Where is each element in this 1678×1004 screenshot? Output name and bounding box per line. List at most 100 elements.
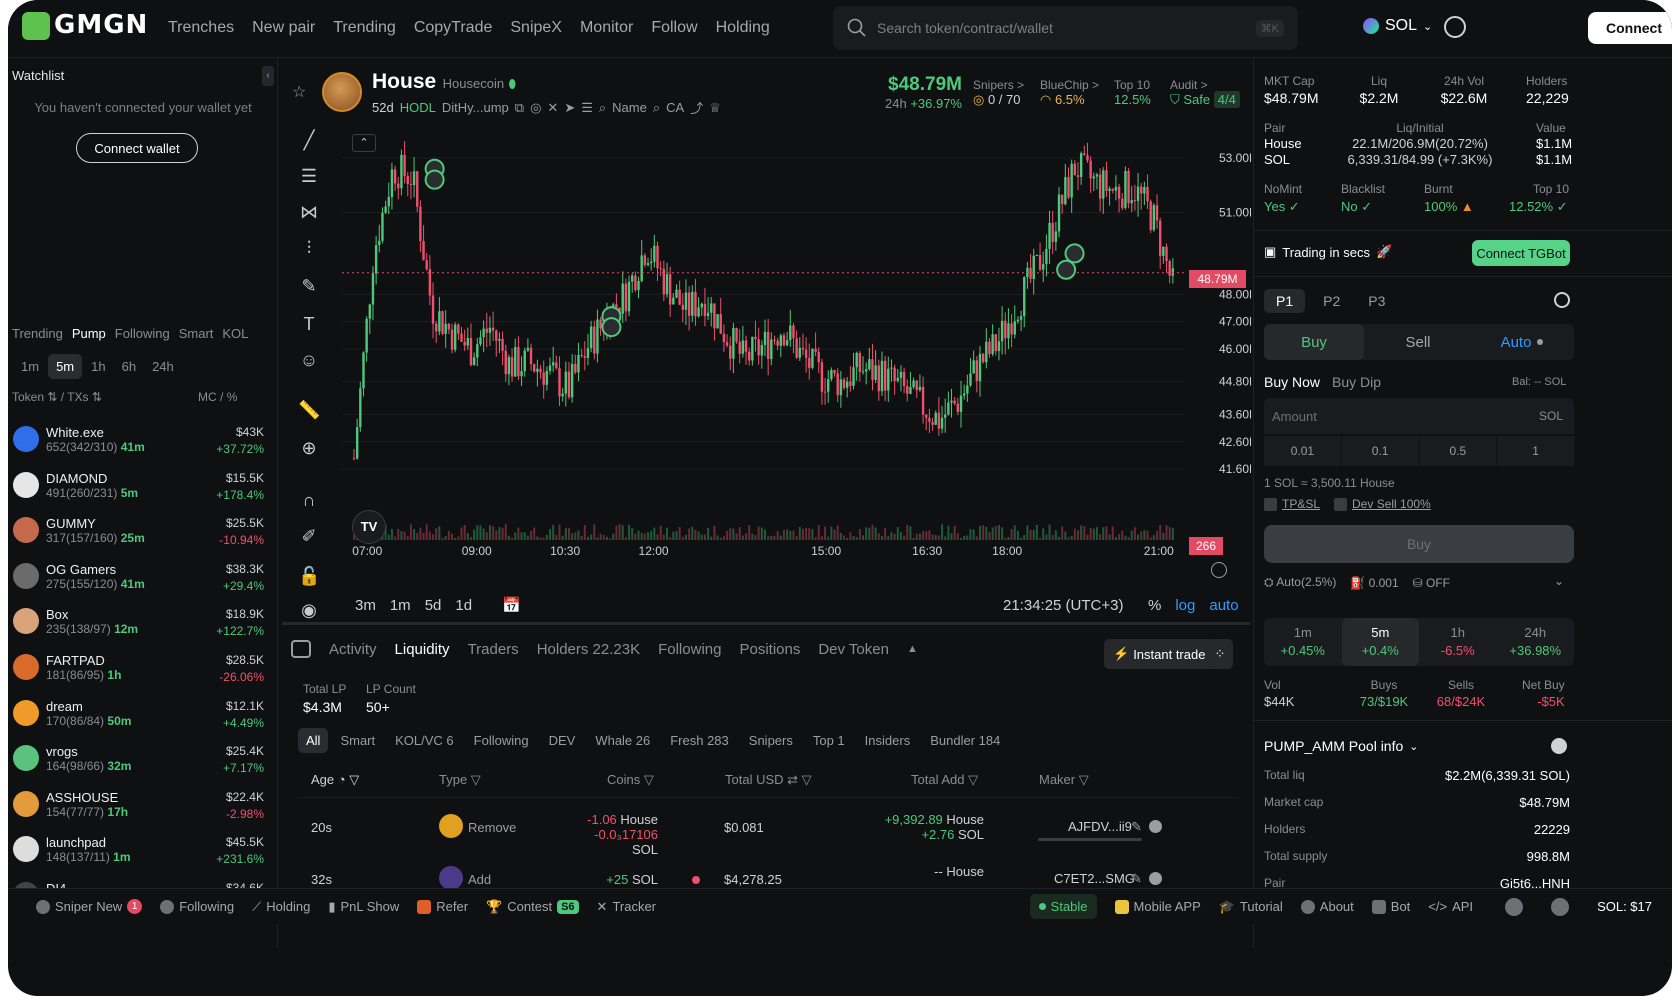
tab-liquidity[interactable]: Liquidity (395, 641, 450, 658)
preset-settings-icon[interactable] (1554, 292, 1570, 308)
pattern-icon[interactable]: ⋈ (298, 202, 320, 224)
tab-activity[interactable]: Activity (329, 641, 377, 658)
time-tab-6h[interactable]: 6h (115, 354, 143, 379)
token-list-item[interactable]: FARTPAD 181(86/95) 1h $28.5K -26.06% (8, 648, 278, 694)
filter-fresh[interactable]: Fresh 283 (662, 728, 737, 753)
trade-marker[interactable] (1056, 259, 1077, 280)
edit-icon[interactable]: ✎ (1131, 871, 1142, 887)
range-5d[interactable]: 5d (425, 597, 442, 614)
table-row[interactable]: 32s Add +25 SOL $4,278.25 -- House C7ET2… (298, 852, 1238, 888)
telegram-icon[interactable]: ➤ (564, 100, 575, 116)
row-maker[interactable]: C7ET2...SMG (1054, 871, 1135, 886)
preset-p2[interactable]: P2 (1313, 289, 1350, 313)
time-tab-1h[interactable]: 1h (84, 354, 112, 379)
col-type[interactable]: Type ▽ (439, 772, 481, 788)
text-tool-icon[interactable]: T (298, 314, 320, 336)
log-toggle[interactable]: log (1175, 597, 1195, 614)
row-maker[interactable]: AJFDV...ii9 (1068, 819, 1132, 834)
list-icon[interactable] (1149, 820, 1162, 833)
globe-icon[interactable]: ◎ (530, 100, 541, 116)
filter-following[interactable]: Following (466, 728, 537, 753)
tab-buy[interactable]: Buy (1264, 324, 1364, 360)
footer-contest[interactable]: 🏆 Contest S6 (486, 899, 579, 915)
tab-holders[interactable]: Holders 22.23K (537, 641, 640, 658)
connect-button[interactable]: Connect (1588, 12, 1672, 44)
tradingview-logo-icon[interactable]: TV (352, 510, 386, 544)
range-3m[interactable]: 3m (355, 597, 376, 614)
share-icon[interactable]: ⤴ (690, 98, 703, 117)
panel-divider[interactable] (282, 622, 1250, 625)
filter-kol[interactable]: KOL/VC 6 (387, 728, 462, 753)
tab-positions[interactable]: Positions (739, 641, 800, 658)
crown-icon[interactable]: ♕ (709, 100, 721, 116)
tab-pump[interactable]: Pump (72, 326, 106, 341)
mc-col-label[interactable]: MC (198, 390, 217, 404)
footer-tracker[interactable]: ✕ Tracker (597, 899, 656, 915)
price-chart[interactable]: 53.00M 51.00M 48.00M 47.00M 46.00M 44.80M 43.6… (334, 128, 1259, 558)
brush-icon[interactable]: ✎ (298, 276, 320, 298)
calendar-icon[interactable]: 📅 (502, 596, 521, 614)
x-icon[interactable]: ✕ (547, 100, 558, 116)
footer-refer[interactable]: Refer (417, 899, 468, 914)
priority-fee-setting[interactable]: ⛽ 0.001 (1350, 576, 1398, 590)
nav-follow[interactable]: Follow (651, 19, 697, 37)
period-24h[interactable]: 24h +36.98% (1497, 618, 1575, 666)
col-usd[interactable]: Total USD ⇄ ▽ (725, 772, 812, 788)
tab-kol[interactable]: KOL (222, 326, 248, 341)
telegram-footer-icon[interactable] (1551, 897, 1570, 916)
period-1m[interactable]: 1m +0.45% (1264, 618, 1342, 666)
token-list-item[interactable]: dream 170(86/84) 50m $12.1K +4.49% (8, 694, 278, 740)
tab-sell[interactable]: Sell (1368, 324, 1468, 360)
mode-buy-dip[interactable]: Buy Dip (1332, 374, 1381, 390)
footer-api[interactable]: </> API (1428, 899, 1473, 914)
time-tab-24h[interactable]: 24h (145, 354, 181, 379)
token-address[interactable]: DitHy...ump (442, 100, 509, 115)
footer-holding[interactable]: ⟋ Holding (252, 899, 310, 915)
time-tab-1m[interactable]: 1m (14, 354, 46, 379)
quick-amount-1[interactable]: 1 (1497, 436, 1574, 466)
ruler-icon[interactable]: 📏 (298, 400, 320, 422)
token-list-item[interactable]: DIAMOND 491(260/231) 5m $15.5K +178.4% (8, 466, 278, 512)
range-1d[interactable]: 1d (455, 597, 472, 614)
tab-trending[interactable]: Trending (12, 326, 63, 341)
token-list-item[interactable]: ASSHOUSE 154(77/77) 17h $22.4K -2.98% (8, 785, 278, 831)
filter-snipers[interactable]: Snipers (741, 728, 801, 753)
period-1h[interactable]: 1h -6.5% (1419, 618, 1497, 666)
pct-col-label[interactable]: % (227, 390, 238, 404)
eye-icon[interactable]: ◉ (298, 600, 320, 622)
footer-pnl[interactable]: ▮ PnL Show (328, 899, 399, 915)
fib-icon[interactable]: ☰ (298, 166, 320, 188)
token-col-label[interactable]: Token (12, 390, 44, 404)
trade-marker[interactable] (601, 317, 622, 338)
collapse-icon[interactable]: ‹ (262, 66, 274, 86)
tab-dev-token[interactable]: Dev Token (818, 641, 889, 658)
filter-all[interactable]: All (298, 728, 329, 753)
slippage-setting[interactable]: ⛭ Auto(2.5%) (1264, 575, 1336, 590)
preset-p3[interactable]: P3 (1358, 289, 1395, 313)
caret-up-icon[interactable]: ▲ (907, 643, 918, 655)
col-total-add[interactable]: Total Add ▽ (911, 772, 978, 788)
quick-amount-0.5[interactable]: 0.5 (1419, 436, 1497, 466)
mode-buy-now[interactable]: Buy Now (1264, 374, 1320, 390)
time-tab-5m[interactable]: 5m (48, 354, 83, 379)
connect-tgbot-button[interactable]: Connect TGBot (1472, 240, 1570, 266)
nav-new-pair[interactable]: New pair (252, 19, 315, 37)
twitter-icon[interactable] (1505, 897, 1524, 916)
devsell-checkbox[interactable]: Dev Sell 100% (1334, 497, 1431, 511)
range-1m[interactable]: 1m (390, 597, 411, 614)
filter-smart[interactable]: Smart (332, 728, 383, 753)
col-age[interactable]: Age ◔ ▽ (311, 772, 359, 788)
txs-col-label[interactable]: TXs (67, 390, 88, 404)
ca-search-link[interactable]: CA (666, 100, 684, 115)
trendline-icon[interactable]: ╱ (298, 130, 320, 152)
search-input[interactable]: Search token/contract/wallet ⌘K (833, 6, 1298, 50)
chart-settings-icon[interactable] (1211, 562, 1227, 578)
settings-icon[interactable] (1444, 16, 1466, 38)
auto-toggle[interactable]: auto (1209, 597, 1238, 614)
star-icon[interactable]: ☆ (292, 82, 306, 102)
buy-button[interactable]: Buy (1264, 525, 1574, 563)
emoji-icon[interactable]: ☺ (298, 350, 320, 372)
instant-trade-button[interactable]: ⚡ Instant trade (1104, 639, 1215, 669)
panel-toggle-icon[interactable] (291, 640, 311, 658)
nav-trending[interactable]: Trending (333, 19, 396, 37)
